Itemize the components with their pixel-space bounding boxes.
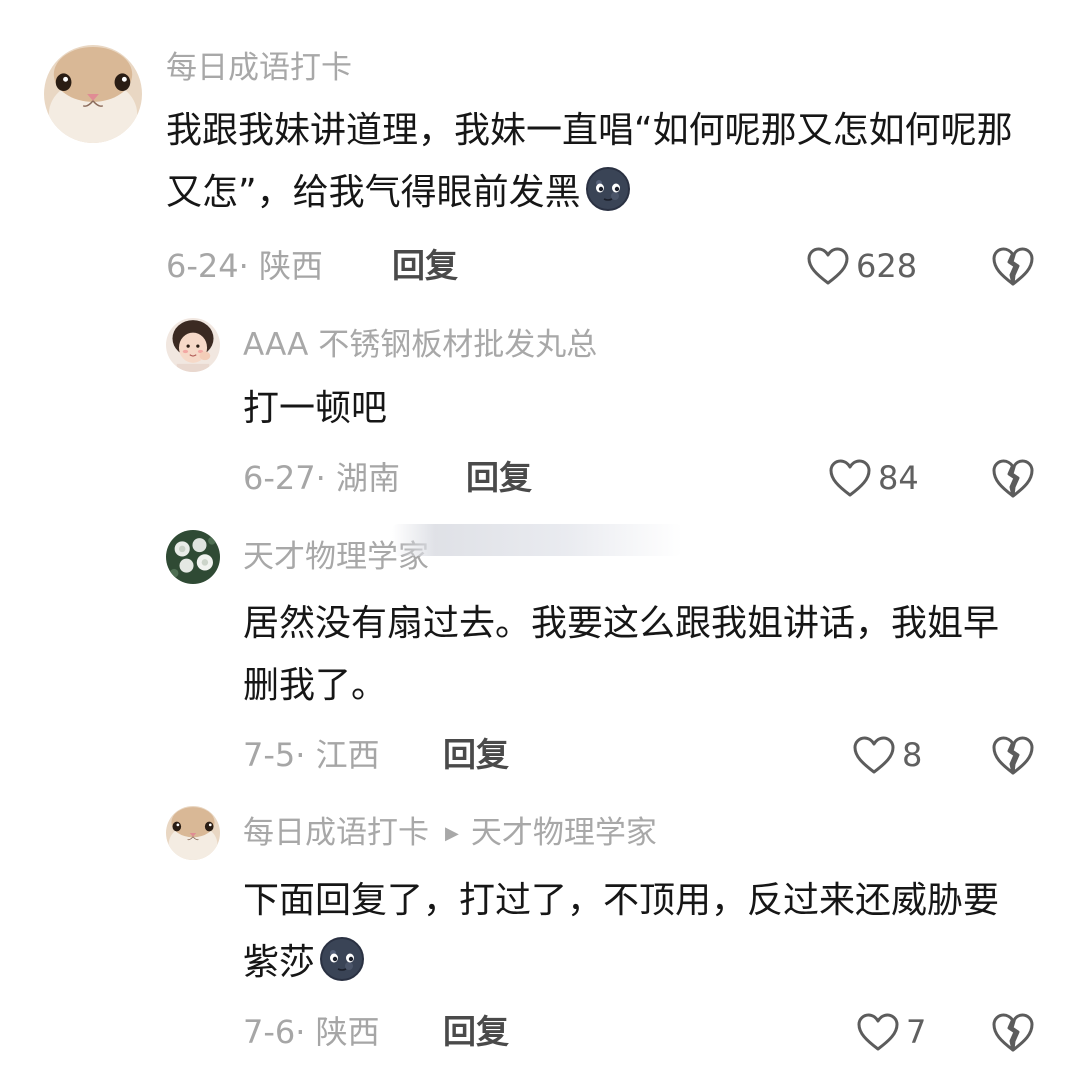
broken-heart-icon[interactable] bbox=[990, 457, 1036, 499]
heart-outline-icon bbox=[828, 458, 872, 498]
reply-to-author[interactable]: 天才物理学家 bbox=[471, 815, 657, 851]
comment-text: 下面回复了，打过了，不顶用，反过来还威胁要紫莎 bbox=[243, 870, 1030, 994]
heart-outline-icon bbox=[806, 246, 850, 286]
comment-author[interactable]: AAA 不锈钢板材批发丸总 bbox=[243, 327, 597, 363]
comment-text: 打一顿吧 bbox=[243, 378, 1030, 440]
comment-author[interactable]: 每日成语打卡 bbox=[243, 815, 429, 851]
comment-text-content: 打一顿吧 bbox=[243, 388, 388, 429]
comment-meta: 6-27· 湖南 bbox=[243, 459, 400, 497]
like-button[interactable]: 84 bbox=[828, 458, 919, 498]
reply-button[interactable]: 回复 bbox=[443, 1012, 509, 1052]
broken-heart-icon[interactable] bbox=[990, 245, 1036, 287]
comment-location: 陕西 bbox=[315, 1013, 380, 1051]
like-count: 628 bbox=[856, 247, 918, 285]
broken-heart-icon[interactable] bbox=[990, 1011, 1036, 1053]
comment-date: 6-27 bbox=[243, 459, 316, 497]
watermark-smudge bbox=[392, 524, 682, 556]
comment-text: 居然没有扇过去。我要这么跟我姐讲话，我姐早删我了。 bbox=[243, 593, 1030, 717]
comment-location: 陕西 bbox=[258, 247, 323, 285]
comment-meta: 7-5· 江西 bbox=[243, 736, 380, 774]
avatar[interactable] bbox=[166, 318, 220, 372]
comment-meta: 6-24· 陕西 bbox=[166, 247, 323, 285]
comment-date: 7-5 bbox=[243, 736, 296, 774]
dark-moon-face-emoji bbox=[319, 936, 365, 982]
heart-outline-icon bbox=[856, 1012, 900, 1052]
like-button[interactable]: 8 bbox=[852, 735, 922, 775]
reply-button[interactable]: 回复 bbox=[466, 458, 532, 498]
comment-text: 我跟我妹讲道理，我妹一直唱“如何呢那又怎如何呢那又怎”，给我气得眼前发黑 bbox=[166, 100, 1030, 224]
comment-location: 湖南 bbox=[335, 459, 400, 497]
avatar[interactable] bbox=[44, 45, 142, 143]
avatar[interactable] bbox=[166, 530, 220, 584]
reply-arrow-icon: ▶ bbox=[445, 823, 459, 844]
dark-moon-face-emoji bbox=[585, 166, 631, 212]
avatar[interactable] bbox=[166, 806, 220, 860]
like-count: 7 bbox=[906, 1013, 927, 1051]
reply-button[interactable]: 回复 bbox=[392, 246, 458, 286]
comment-author-line: 每日成语打卡 ▶ 天才物理学家 bbox=[243, 815, 657, 852]
comment-text-content: 居然没有扇过去。我要这么跟我姐讲话，我姐早删我了。 bbox=[243, 603, 1000, 706]
reply-button[interactable]: 回复 bbox=[443, 735, 509, 775]
comment-author[interactable]: 每日成语打卡 bbox=[166, 50, 352, 86]
like-button[interactable]: 628 bbox=[806, 246, 917, 286]
comment-location: 江西 bbox=[315, 736, 380, 774]
like-button[interactable]: 7 bbox=[856, 1012, 926, 1052]
like-count: 84 bbox=[878, 459, 919, 497]
comment-date: 7-6 bbox=[243, 1013, 296, 1051]
comment-meta: 7-6· 陕西 bbox=[243, 1013, 380, 1051]
broken-heart-icon[interactable] bbox=[990, 734, 1036, 776]
heart-outline-icon bbox=[852, 735, 896, 775]
like-count: 8 bbox=[902, 736, 923, 774]
comment-date: 6-24 bbox=[166, 247, 239, 285]
